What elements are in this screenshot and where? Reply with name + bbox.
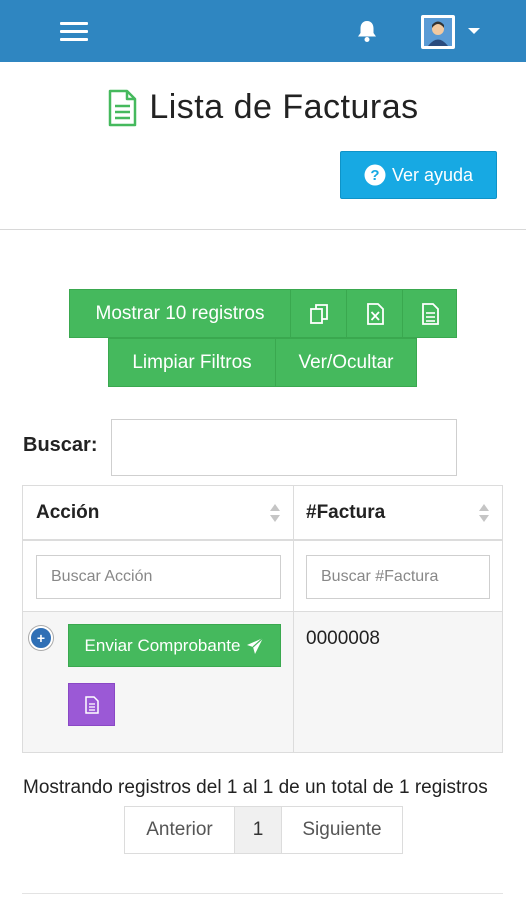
clear-filters-button[interactable]: Limpiar Filtros — [108, 338, 276, 387]
column-divider — [293, 486, 294, 752]
sort-icon — [479, 504, 489, 522]
send-voucher-button[interactable]: Enviar Comprobante — [68, 624, 281, 667]
caret-down-icon[interactable] — [468, 28, 480, 34]
filter-factura-input[interactable]: Buscar #Factura — [306, 555, 490, 599]
filter-placeholder: Buscar Acción — [51, 568, 153, 585]
column-header-label: #Factura — [306, 501, 386, 523]
hamburger-icon[interactable] — [60, 22, 88, 42]
bell-icon[interactable] — [354, 18, 380, 44]
column-header-factura[interactable]: #Factura — [294, 486, 502, 541]
search-label: Buscar: — [23, 434, 98, 456]
page-header: Lista de Facturas — [0, 88, 526, 132]
copy-icon — [309, 303, 328, 324]
svg-text:?: ? — [370, 167, 379, 184]
divider — [22, 893, 503, 894]
clear-filters-label: Limpiar Filtros — [132, 351, 252, 373]
document-icon — [421, 302, 439, 325]
page-title: Lista de Facturas — [149, 88, 419, 126]
excel-export-button[interactable] — [346, 289, 403, 338]
previous-page-button[interactable]: Anterior — [124, 806, 235, 854]
document-button[interactable] — [68, 683, 115, 726]
previous-page-label: Anterior — [146, 819, 213, 840]
document-icon — [109, 89, 137, 126]
table-info: Mostrando registros del 1 al 1 de un tot… — [23, 777, 488, 798]
search-input[interactable] — [111, 419, 457, 476]
sort-icon — [270, 504, 280, 522]
toggle-columns-button[interactable]: Ver/Ocultar — [275, 338, 417, 387]
page-number: 1 — [252, 819, 264, 840]
row-divider — [23, 611, 502, 612]
next-page-label: Siguiente — [302, 819, 382, 840]
help-button[interactable]: ? Ver ayuda — [340, 151, 497, 199]
divider — [0, 229, 526, 230]
top-navbar — [0, 0, 526, 62]
paper-plane-icon — [247, 637, 264, 654]
factura-cell: 0000008 — [306, 628, 380, 649]
question-circle-icon: ? — [364, 164, 386, 186]
filter-placeholder: Buscar #Factura — [321, 568, 439, 585]
filter-accion-input[interactable]: Buscar Acción — [36, 555, 281, 599]
show-records-button[interactable]: Mostrar 10 registros — [69, 289, 291, 338]
invoices-table: Acción #Factura Buscar Acción Buscar #Fa… — [22, 485, 503, 753]
column-header-accion[interactable]: Acción — [23, 486, 293, 541]
document-icon — [84, 695, 99, 714]
next-page-button[interactable]: Siguiente — [281, 806, 403, 854]
excel-file-icon — [366, 302, 384, 325]
send-voucher-label: Enviar Comprobante — [84, 635, 241, 655]
page-1-button[interactable]: 1 — [234, 806, 282, 854]
copy-button[interactable] — [290, 289, 347, 338]
help-button-label: Ver ayuda — [391, 164, 474, 185]
user-avatar[interactable] — [421, 15, 455, 49]
toggle-columns-label: Ver/Ocultar — [298, 351, 394, 373]
column-header-label: Acción — [36, 501, 100, 523]
pdf-export-button[interactable] — [402, 289, 457, 338]
expand-row-button[interactable]: + — [29, 626, 53, 650]
show-records-label: Mostrar 10 registros — [95, 302, 265, 324]
